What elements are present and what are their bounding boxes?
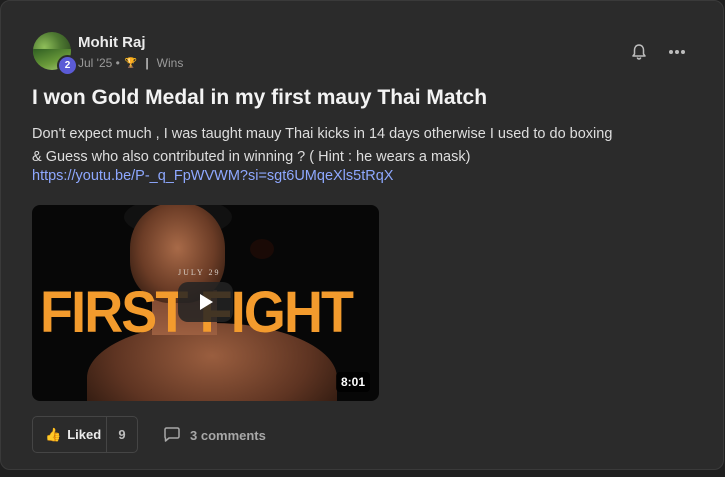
more-icon[interactable] bbox=[667, 44, 687, 60]
post-body-line: & Guess who also contributed in winning … bbox=[32, 149, 471, 165]
comments-button[interactable]: 3 comments bbox=[163, 427, 266, 443]
meta-divider: | bbox=[145, 56, 149, 70]
post-body: Don't expect much , I was taught mauy Th… bbox=[32, 123, 652, 169]
video-embed[interactable]: JULY 29 FIRST FIGHT 8:01 bbox=[32, 205, 379, 401]
author-name[interactable]: Mohit Raj bbox=[78, 34, 146, 51]
like-count[interactable]: 9 bbox=[107, 427, 137, 442]
comments-label: 3 comments bbox=[190, 427, 266, 443]
post-card: 2 Mohit Raj Jul '25 • 🏆 | Wins I won Gol… bbox=[0, 0, 724, 470]
post-date[interactable]: Jul '25 • bbox=[78, 56, 120, 70]
post-body-line: Don't expect much , I was taught mauy Th… bbox=[32, 126, 613, 142]
level-badge: 2 bbox=[57, 55, 78, 76]
bell-icon[interactable] bbox=[630, 43, 648, 61]
play-button[interactable] bbox=[178, 282, 233, 322]
video-overlay-date: JULY 29 bbox=[178, 268, 221, 277]
trophy-icon: 🏆 bbox=[124, 57, 138, 69]
video-link[interactable]: https://youtu.be/P-_q_FpWVWM?si=sgt6UMqe… bbox=[32, 168, 393, 184]
like-button-group: 👍 Liked 9 bbox=[32, 416, 138, 453]
post-category[interactable]: Wins bbox=[157, 56, 184, 70]
thumbs-up-icon: 👍 bbox=[45, 426, 62, 442]
video-thumbnail-mouth bbox=[250, 239, 274, 259]
comment-icon bbox=[164, 427, 180, 442]
like-button[interactable]: 👍 Liked bbox=[33, 417, 107, 452]
post-title[interactable]: I won Gold Medal in my first mauy Thai M… bbox=[32, 86, 487, 110]
play-icon bbox=[200, 294, 213, 310]
post-meta: Jul '25 • 🏆 | Wins bbox=[78, 56, 183, 70]
like-label: Liked bbox=[67, 427, 102, 442]
video-duration: 8:01 bbox=[335, 372, 370, 392]
